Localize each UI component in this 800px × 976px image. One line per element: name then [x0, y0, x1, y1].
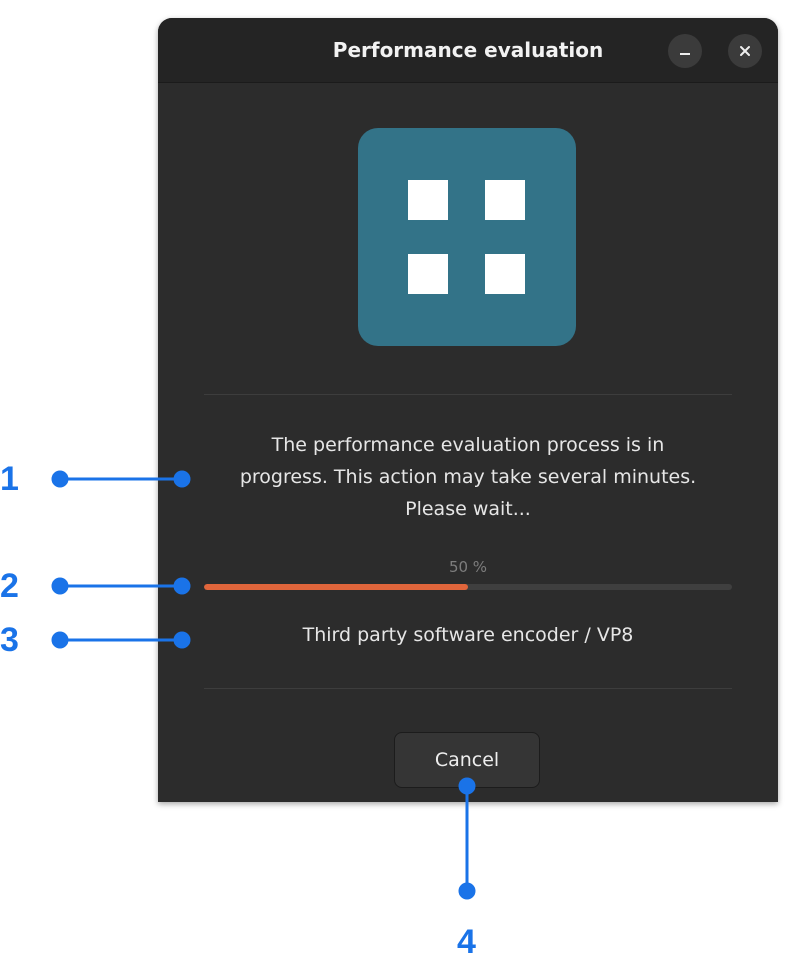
close-icon: [740, 46, 750, 56]
callout-label-1: 1: [0, 460, 19, 498]
progress-bar-fill: [204, 584, 468, 590]
title-bar: Performance evaluation: [158, 18, 778, 83]
progress-percent-label: 50 %: [448, 558, 488, 576]
grid-tile: [408, 254, 448, 294]
callout-dot: [51, 577, 69, 595]
minimize-button[interactable]: [668, 34, 702, 68]
progress-message: The performance evaluation process is in…: [239, 434, 697, 520]
close-button[interactable]: [728, 34, 762, 68]
callout-dot: [51, 631, 69, 649]
callout-label-4: 4: [457, 923, 476, 961]
divider: [204, 688, 732, 689]
callout-dot: [51, 470, 69, 488]
callout-label-3: 3: [0, 621, 19, 659]
callout-dot: [458, 882, 476, 900]
cancel-button[interactable]: Cancel: [394, 732, 540, 788]
encoder-status: Third party software encoder / VP8: [302, 624, 634, 646]
grid-tile: [408, 180, 448, 220]
grid-tile: [485, 180, 525, 220]
callout-label-2: 2: [0, 567, 19, 605]
grid-tile: [485, 254, 525, 294]
app-grid-icon: [358, 128, 576, 346]
performance-evaluation-dialog: Performance evaluation The performance e…: [158, 18, 778, 802]
divider: [204, 394, 732, 395]
screen: Performance evaluation The performance e…: [0, 0, 800, 976]
minimize-icon: [680, 53, 690, 55]
progress-bar: [204, 584, 732, 590]
